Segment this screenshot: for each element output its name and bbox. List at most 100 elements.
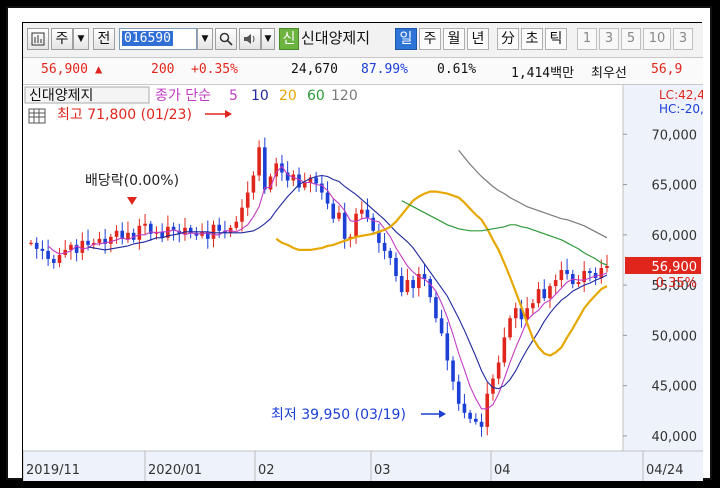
candle-body-19 bbox=[137, 225, 142, 240]
market-dropdown-icon[interactable]: ▼ bbox=[73, 28, 89, 50]
dividend-annotation: 배당락(0.00%) bbox=[85, 173, 179, 189]
priority-value: 56,9 bbox=[651, 62, 683, 77]
y-tick-label-5: 45,000 bbox=[652, 380, 698, 395]
high-annotation: 최고 71,800 (01/23) bbox=[57, 107, 192, 123]
toolbar: 주 ▼ 전 016590 ▼ ▼ 신 신대양제지 일주월년分초틱 1 3 5 10 3 bbox=[23, 23, 703, 58]
candle-body-80 bbox=[485, 393, 490, 427]
period-tab-1[interactable]: 주 bbox=[419, 28, 441, 50]
interval-button-10-3[interactable]: 10 bbox=[643, 28, 671, 50]
current-price: 56,900 bbox=[41, 62, 88, 77]
candle-body-65 bbox=[399, 276, 404, 293]
candle-body-74 bbox=[451, 360, 455, 382]
quote-info-bar: 56,900 ▲ 200 +0.35% 24,670 87.99% 0.61% … bbox=[23, 58, 703, 85]
candle-body-64 bbox=[394, 257, 398, 277]
candle-body-63 bbox=[388, 250, 393, 258]
period-tab-5[interactable]: 초 bbox=[521, 28, 543, 50]
candle-body-82 bbox=[496, 362, 501, 379]
candle-body-93 bbox=[559, 270, 564, 281]
legend-period-120: 120 bbox=[331, 88, 358, 104]
candle-body-33 bbox=[217, 224, 221, 231]
candle-body-96 bbox=[576, 282, 581, 285]
candle-body-62 bbox=[382, 242, 387, 251]
candle-body-0 bbox=[29, 242, 33, 245]
period-tab-4[interactable]: 分 bbox=[497, 28, 519, 50]
speaker-dropdown-icon[interactable]: ▼ bbox=[261, 28, 275, 50]
priority-label: 최우선 bbox=[591, 66, 627, 81]
candle-body-3 bbox=[46, 250, 50, 259]
candle-body-2 bbox=[40, 248, 45, 251]
jeon-button[interactable]: 전 bbox=[93, 28, 115, 50]
last-price-label: 56,900 bbox=[652, 260, 698, 275]
candle-body-36 bbox=[234, 221, 239, 228]
y-tick-label-2: 60,000 bbox=[652, 229, 698, 244]
candle-body-70 bbox=[428, 279, 433, 298]
candle-body-14 bbox=[109, 236, 113, 244]
search-icon[interactable] bbox=[215, 28, 237, 50]
low-annotation: 최저 39,950 (03/19) bbox=[271, 407, 406, 423]
chart-settings-icon[interactable] bbox=[27, 28, 49, 50]
legend-period-60: 60 bbox=[307, 88, 325, 104]
candle-body-101 bbox=[605, 265, 609, 268]
candle-body-83 bbox=[502, 337, 507, 363]
stock-code-value: 016590 bbox=[122, 31, 173, 46]
x-tick-label-4: 04 bbox=[494, 463, 511, 478]
candle-body-52 bbox=[325, 192, 330, 204]
interval-button-3-1[interactable]: 3 bbox=[599, 28, 619, 50]
candle-body-4 bbox=[52, 258, 56, 263]
candle-body-48 bbox=[302, 182, 307, 188]
candle-body-39 bbox=[251, 175, 256, 193]
price-change-pct: +0.35% bbox=[191, 62, 238, 77]
stock-name: 신대양제지 bbox=[301, 29, 371, 47]
candle-body-67 bbox=[411, 280, 415, 289]
period-tab-3[interactable]: 년 bbox=[467, 28, 489, 50]
window-frame: 주 ▼ 전 016590 ▼ ▼ 신 신대양제지 일주월년分초틱 1 3 5 10 3 … bbox=[6, 6, 712, 481]
legend-stock-name: 신대양제지 bbox=[29, 88, 93, 104]
candle-body-59 bbox=[365, 209, 370, 218]
candle-body-20 bbox=[143, 223, 147, 226]
candle-body-89 bbox=[536, 289, 541, 304]
candle-body-90 bbox=[542, 289, 547, 299]
ma-line-120 bbox=[458, 149, 608, 239]
high-arrow-icon bbox=[225, 110, 232, 118]
period-tab-6[interactable]: 틱 bbox=[545, 28, 567, 50]
candle-body-88 bbox=[531, 303, 535, 309]
candle-body-53 bbox=[331, 203, 336, 219]
corner-label-lc: LC:42,43 bbox=[659, 88, 703, 102]
y-tick-label-0: 70,000 bbox=[652, 128, 698, 143]
dividend-arrow-icon bbox=[127, 197, 137, 205]
candle-body-58 bbox=[359, 209, 364, 214]
y-tick-label-6: 40,000 bbox=[652, 430, 698, 445]
candlestick-chart[interactable]: 70,000 65,000 60,000 55,000 50,000 45,000 40,0… bbox=[22, 85, 712, 481]
candle-body-57 bbox=[354, 213, 358, 237]
legend-period-5: 5 bbox=[229, 88, 238, 104]
x-tick-label-0: 2019/11 bbox=[26, 463, 80, 478]
candle-body-66 bbox=[405, 280, 410, 293]
stock-code-input[interactable]: 016590 bbox=[119, 28, 197, 50]
candle-body-37 bbox=[240, 207, 244, 222]
grid-icon bbox=[28, 108, 46, 124]
trade-amount: 1,414백만 bbox=[511, 66, 575, 81]
candle-body-50 bbox=[314, 177, 318, 184]
candle-body-78 bbox=[474, 418, 478, 422]
legend-label: 종가 단순 bbox=[155, 88, 211, 104]
interval-button-1-0[interactable]: 1 bbox=[577, 28, 597, 50]
y-tick-label-4: 50,000 bbox=[652, 329, 698, 344]
speaker-icon[interactable] bbox=[239, 28, 261, 50]
candle-body-76 bbox=[462, 403, 467, 413]
up-arrow-icon: ▲ bbox=[95, 62, 103, 76]
x-tick-label-5: 04/24 bbox=[646, 463, 683, 478]
candle-body-98 bbox=[588, 271, 592, 274]
code-dropdown-icon[interactable]: ▼ bbox=[197, 28, 213, 50]
market-select[interactable]: 주 bbox=[51, 28, 73, 50]
period-tab-2[interactable]: 월 bbox=[443, 28, 465, 50]
candle-body-5 bbox=[57, 254, 62, 263]
turnover-rate: 0.61% bbox=[437, 62, 477, 77]
candle-body-77 bbox=[468, 412, 472, 419]
candle-body-27 bbox=[183, 227, 187, 234]
period-tab-0[interactable]: 일 bbox=[395, 28, 417, 50]
candle-body-73 bbox=[445, 333, 450, 361]
candle-body-32 bbox=[211, 224, 216, 239]
interval-button-3-4[interactable]: 3 bbox=[673, 28, 693, 50]
interval-button-5-2[interactable]: 5 bbox=[621, 28, 641, 50]
candle-body-75 bbox=[456, 381, 461, 404]
